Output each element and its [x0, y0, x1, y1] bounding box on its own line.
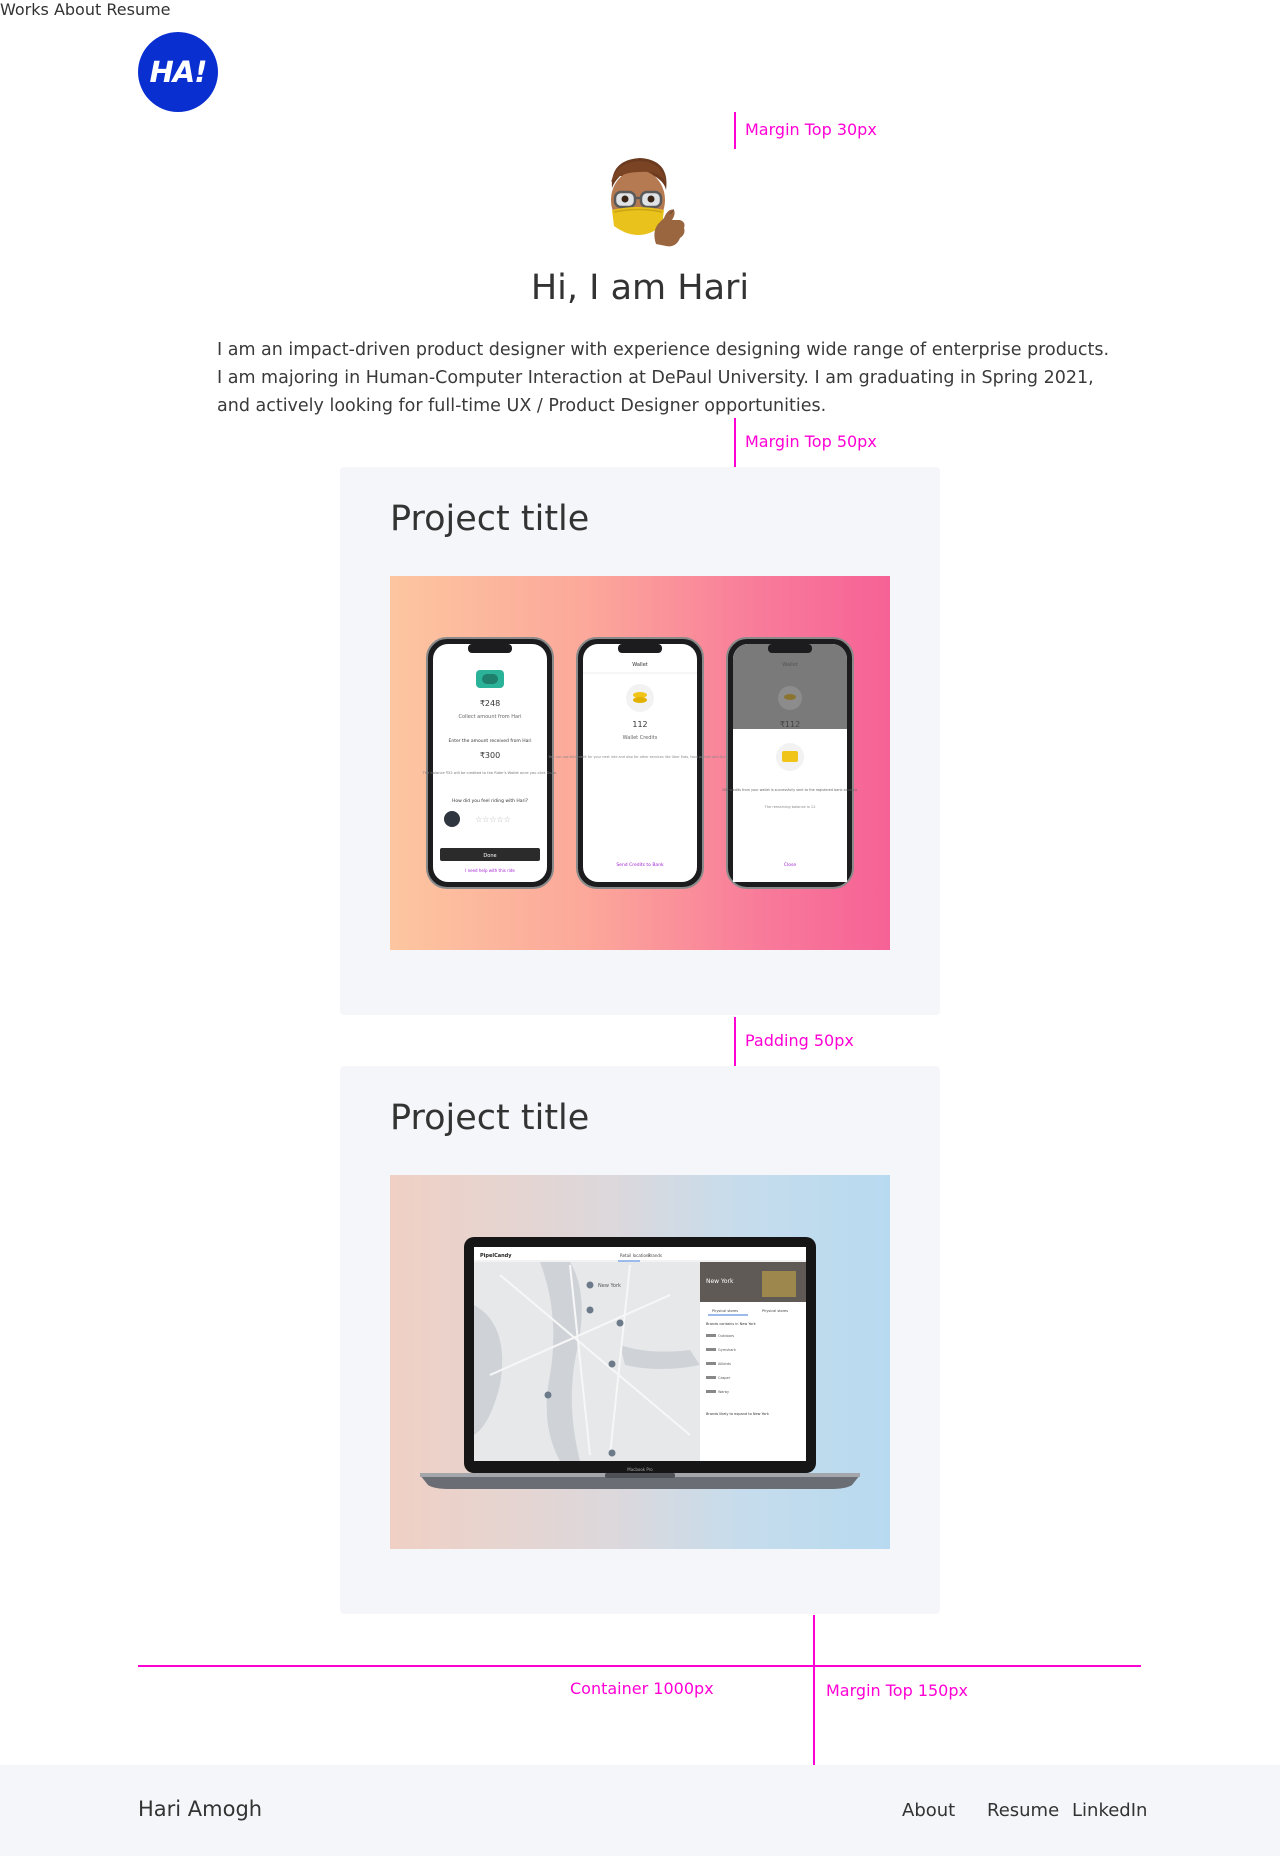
bio-paragraph: I am an impact-driven product designer w…	[217, 336, 1110, 420]
main-nav: Works About Resume	[0, 0, 171, 19]
phone1-subtitle: Collect amount from Hari	[458, 714, 521, 720]
phone1-rating-q: How did you feel riding with Hari?	[452, 798, 529, 804]
laptop-brand-item: Gymshark	[718, 1348, 737, 1352]
bio-line: and actively looking for full-time UX / …	[217, 396, 827, 416]
avatar-memoji-icon	[611, 158, 685, 247]
project-image[interactable]: ₹248 Collect amount from Hari Enter the …	[390, 576, 890, 950]
annotation-margin-top-150: Margin Top 150px	[826, 1681, 968, 1700]
annotation-line	[813, 1615, 815, 1765]
annotation-margin-top-50: Margin Top 50px	[745, 432, 877, 451]
phone2-cta: Send Credits to Bank	[616, 862, 664, 868]
phone3-close: Close	[784, 862, 796, 868]
phone2-credits-label: Wallet Credits	[623, 735, 658, 741]
phones-illustration: ₹248 Collect amount from Hari Enter the …	[422, 637, 858, 889]
laptop-tab: Brands	[648, 1253, 662, 1258]
laptop-expand-heading: Brands likely to expand to New York	[706, 1412, 770, 1416]
hero-title: Hi, I am Hari	[530, 268, 750, 308]
annotation-padding-50: Padding 50px	[745, 1031, 854, 1050]
footer-link-resume[interactable]: Resume	[987, 1800, 1059, 1821]
annotation-container-1000: Container 1000px	[570, 1679, 714, 1698]
phone1-help-link: I need help with this ride	[465, 868, 515, 873]
laptop-brand-item: Outdoors	[718, 1334, 734, 1338]
laptop-tab: Retail locations	[620, 1253, 651, 1258]
laptop-brand-item: Casper	[718, 1376, 731, 1380]
laptop-brand-item: Warby	[718, 1390, 729, 1394]
annotation-line	[734, 112, 736, 149]
laptop-device-label: Macbook Pro	[627, 1467, 653, 1472]
annotation-margin-top-30: Margin Top 30px	[745, 120, 877, 139]
phone3-remaining: The remaining balance is 12	[764, 805, 816, 809]
phone3-header: Wallet	[782, 662, 798, 668]
annotation-line	[734, 1017, 736, 1067]
phone2-desc: You can use this credit for your next ri…	[549, 755, 732, 759]
footer-link-linkedin[interactable]: LinkedIn	[1072, 1800, 1147, 1821]
annotation-line	[734, 418, 736, 468]
project-card[interactable]: Project title PipelCandy Retail location…	[340, 1066, 940, 1614]
laptop-map-city: New York	[598, 1283, 621, 1289]
laptop-illustration: PipelCandy Retail locations Brands New Y…	[420, 1237, 860, 1489]
project-card[interactable]: Project title ₹248 Collect amount from H…	[340, 467, 940, 1015]
phone1-done-button: Done	[483, 853, 496, 859]
phone1-prompt: Enter the amount received from Hari	[449, 738, 532, 744]
logo[interactable]: HA!	[138, 32, 218, 112]
laptop-panel-tab: Physical stores	[712, 1309, 738, 1313]
laptop-brand-item: Allbirds	[718, 1362, 731, 1366]
laptop-brand: PipelCandy	[480, 1253, 512, 1259]
phone3-credits: ₹112	[780, 720, 800, 729]
bio-line: I am majoring in Human-Computer Interact…	[217, 368, 1094, 388]
nav-about[interactable]: About	[54, 0, 101, 19]
logo-text: HA!	[149, 55, 208, 89]
laptop-panel-heading: Brands contains in New York	[706, 1322, 757, 1326]
footer-link-about[interactable]: About	[902, 1800, 955, 1821]
svg-text:☆☆☆☆☆: ☆☆☆☆☆	[475, 815, 511, 824]
nav-resume[interactable]: Resume	[106, 0, 170, 19]
annotation-container-line	[138, 1665, 1141, 1667]
project-title: Project title	[390, 1098, 590, 1138]
phone2-header: Wallet	[632, 662, 648, 668]
phone1-amount: ₹248	[480, 699, 500, 708]
project-image[interactable]: PipelCandy Retail locations Brands New Y…	[390, 1175, 890, 1549]
footer-links: About Resume LinkedIn	[0, 1765, 1280, 1856]
laptop-panel-tab: Physical stores	[762, 1309, 788, 1313]
laptop-panel-city: New York	[706, 1278, 734, 1285]
project-title: Project title	[390, 499, 590, 539]
phone2-credits: 112	[632, 720, 647, 729]
bio-line: I am an impact-driven product designer w…	[217, 340, 1110, 360]
phone3-msg: 100 credits from your wallet is successf…	[722, 788, 858, 792]
phone1-entered: ₹300	[480, 751, 500, 760]
phone1-note: The balance ₹52 will be credited to the …	[422, 771, 558, 775]
nav-works[interactable]: Works	[0, 0, 49, 19]
